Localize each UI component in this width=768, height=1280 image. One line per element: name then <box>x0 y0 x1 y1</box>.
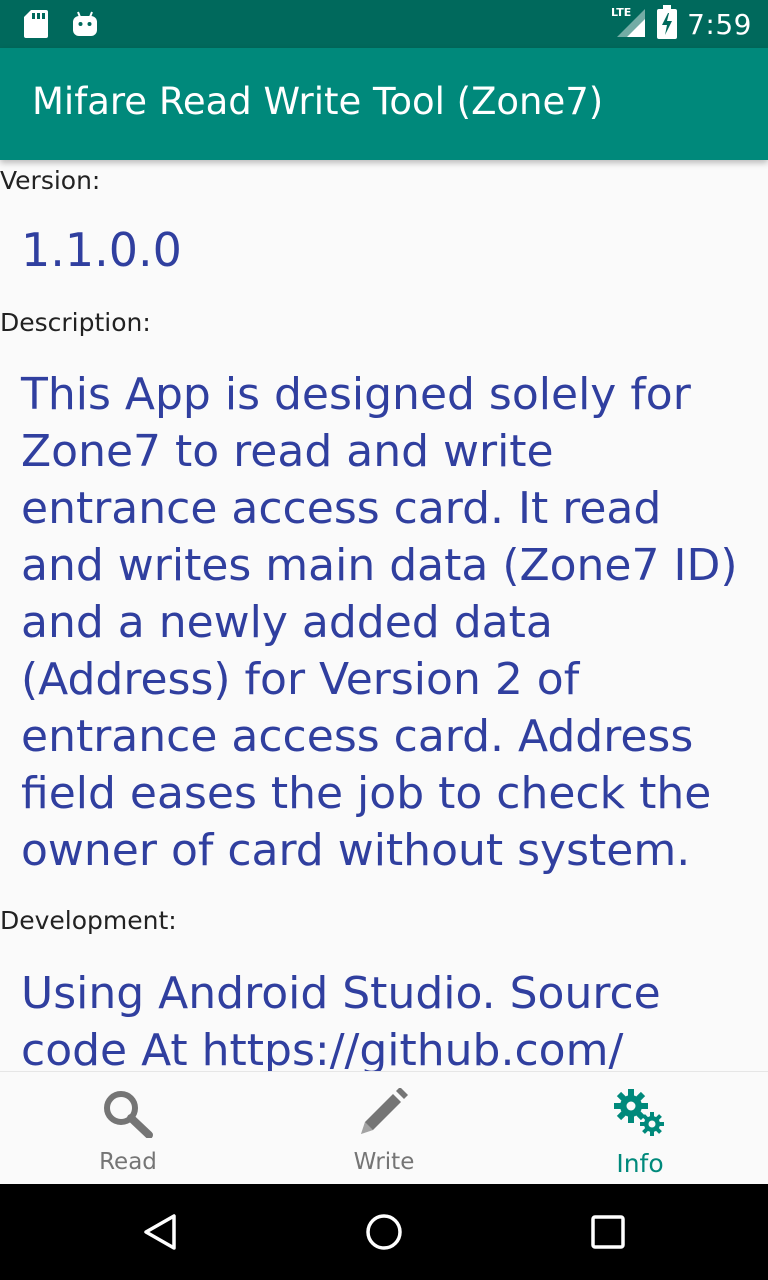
lte-signal-icon: LTE <box>611 5 647 44</box>
development-value: Using Android Studio. Source code At htt… <box>21 968 661 1071</box>
description-label: Description: <box>0 308 151 337</box>
battery-charging-icon <box>657 4 678 44</box>
app-title: Mifare Read Write Tool (Zone7) <box>32 80 604 123</box>
recents-icon[interactable] <box>588 1212 628 1252</box>
pencil-icon <box>357 1087 411 1143</box>
nav-label-info: Info <box>616 1149 664 1178</box>
search-icon <box>101 1088 155 1143</box>
development-label: Development: <box>0 906 177 935</box>
home-icon[interactable] <box>364 1212 404 1252</box>
gears-icon <box>613 1088 667 1143</box>
version-value: 1.1.0.0 <box>21 223 182 277</box>
info-content[interactable]: Version: 1.1.0.0 Description: This App i… <box>0 160 768 1071</box>
nav-item-write[interactable]: Write <box>256 1072 512 1185</box>
nav-item-read[interactable]: Read <box>0 1072 256 1185</box>
nav-item-info[interactable]: Info <box>512 1072 768 1185</box>
app-bar: Mifare Read Write Tool (Zone7) <box>0 48 768 160</box>
nav-label-write: Write <box>353 1149 415 1175</box>
nav-label-read: Read <box>99 1149 157 1175</box>
version-label: Version: <box>0 166 101 195</box>
clock: 7:59 <box>687 7 752 41</box>
svg-text:LTE: LTE <box>611 6 631 19</box>
system-navigation-bar <box>0 1184 768 1280</box>
bottom-navigation: Read Write Info <box>0 1071 768 1185</box>
back-icon[interactable] <box>140 1212 180 1252</box>
status-bar: LTE 7:59 <box>0 0 768 48</box>
android-icon <box>72 10 98 43</box>
description-value: This App is designed solely for Zone7 to… <box>21 369 738 876</box>
sd-card-icon <box>24 10 48 43</box>
